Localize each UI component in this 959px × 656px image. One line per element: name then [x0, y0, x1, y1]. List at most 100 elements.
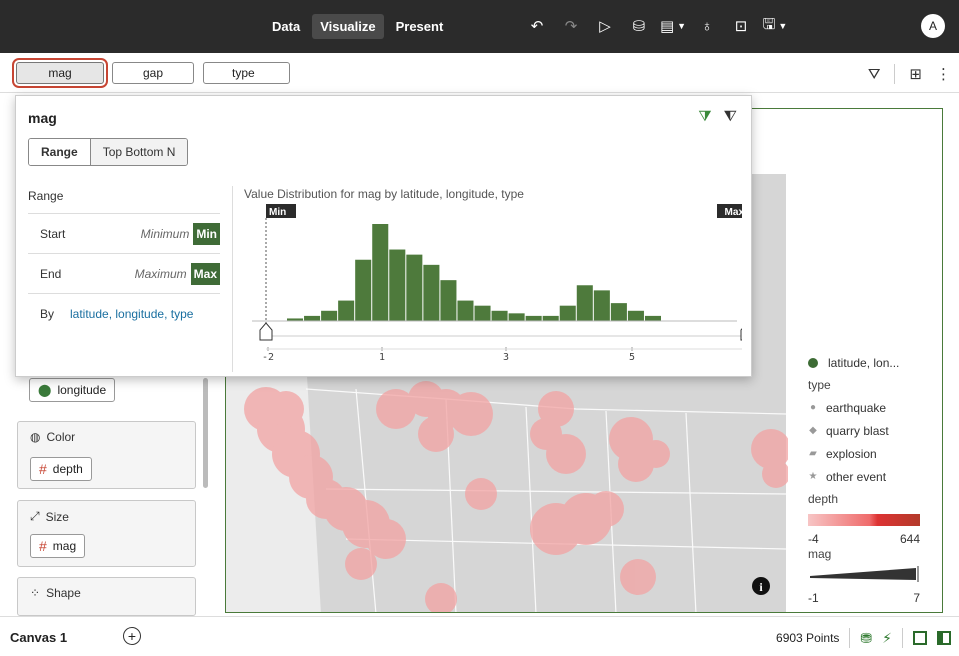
- mag-size-scale: [810, 566, 919, 582]
- legend-type-explosion[interactable]: ▰ explosion: [808, 442, 938, 465]
- histogram-bar: [474, 305, 491, 321]
- mode-tabs: Data Visualize Present: [264, 14, 451, 39]
- min-badge[interactable]: Min: [193, 222, 220, 245]
- depth-max: 644: [899, 532, 920, 546]
- by-columns-link[interactable]: latitude, longitude, type: [70, 307, 193, 321]
- filter-settings-icon[interactable]: ⛛: [868, 66, 881, 83]
- histogram-bar: [457, 300, 474, 321]
- tab-data[interactable]: Data: [264, 14, 308, 39]
- filter-bar: mag gap type ⛛ ⊞ ⋮: [0, 53, 959, 93]
- range-min-handle[interactable]: [259, 322, 273, 341]
- separator: [894, 64, 896, 84]
- range-max-handle[interactable]: [740, 323, 742, 341]
- add-canvas-icon[interactable]: +: [123, 627, 141, 645]
- redo-icon[interactable]: ↷: [554, 15, 588, 37]
- filter-popup-mag: mag ⧩ ⧨ Range Top Bottom N Range Start M…: [15, 95, 752, 377]
- legend-type-earthquake[interactable]: ● earthquake: [808, 396, 938, 419]
- numeric-hash-icon: #: [39, 461, 47, 477]
- histogram-bar: [644, 315, 661, 321]
- x-tick-label: -2: [262, 352, 274, 363]
- histogram-bar: [389, 249, 406, 321]
- x-tick-label: 1: [379, 352, 385, 363]
- histogram-bar: [304, 315, 321, 321]
- by-label: By: [40, 306, 55, 321]
- insights-lightbulb-icon[interactable]: ♁: [690, 15, 724, 37]
- histogram-bar: [338, 300, 355, 321]
- top-toolbar: Data Visualize Present ↶ ↷ ▷ ⛁ ▤ ▼ ♁ ⊡ 🖫 ▼…: [0, 0, 959, 53]
- histogram-bar: [440, 280, 457, 321]
- mag-min: -1: [808, 591, 819, 605]
- data-refresh-icon[interactable]: ⛁: [622, 15, 656, 37]
- filter-clear-icon[interactable]: ⧨: [724, 108, 737, 125]
- histogram-bar: [610, 303, 627, 321]
- filter-bar-actions: ⛛ ⊞ ⋮: [868, 64, 951, 84]
- histogram-bar: [593, 290, 610, 321]
- filter-chip-mag[interactable]: mag: [12, 58, 108, 88]
- narrate-menu-icon[interactable]: ▤ ▼: [656, 15, 690, 37]
- segment-range[interactable]: Range: [29, 139, 91, 165]
- undo-icon[interactable]: ↶: [520, 15, 554, 37]
- resize-icon: ⤢: [30, 509, 40, 523]
- mag-max: 7: [913, 591, 920, 605]
- depth-pill[interactable]: # depth: [30, 457, 92, 481]
- histogram-bar: [508, 313, 525, 321]
- x-tick-label: 5: [629, 352, 635, 363]
- legend-series-label: latitude, lon...: [828, 355, 900, 370]
- legend-depth-label: depth: [808, 492, 839, 506]
- export-icon[interactable]: ⊡: [724, 15, 758, 37]
- layout-split-icon[interactable]: [937, 631, 951, 645]
- user-avatar[interactable]: A: [921, 14, 945, 38]
- location-pin-icon: ⬤: [38, 383, 52, 397]
- save-menu-icon[interactable]: 🖫 ▼: [758, 15, 792, 37]
- legend-series[interactable]: latitude, lon...: [808, 351, 938, 374]
- histogram-bar: [423, 264, 440, 321]
- histogram-bar: [372, 224, 389, 321]
- value-distribution-histogram[interactable]: MinMax-21358: [242, 204, 742, 374]
- x-tick-label: 3: [503, 352, 509, 363]
- tab-present[interactable]: Present: [388, 14, 452, 39]
- filter-panel-icon[interactable]: ⊞: [909, 65, 922, 83]
- legend-type-quarry-blast[interactable]: ◆ quarry blast: [808, 419, 938, 442]
- depth-range: -4 644: [808, 532, 920, 546]
- legend-type-other-event[interactable]: ★ other event: [808, 465, 938, 488]
- max-badge[interactable]: Max: [190, 262, 220, 285]
- legend-type-label-2: explosion: [826, 446, 877, 461]
- min-handle-label: Min: [269, 207, 286, 218]
- more-options-icon[interactable]: ⋮: [936, 65, 951, 83]
- filter-chip-gap[interactable]: gap: [112, 62, 194, 84]
- shape-label: Shape: [46, 586, 81, 600]
- lightning-icon[interactable]: ⚡: [882, 630, 892, 647]
- longitude-pill[interactable]: ⬤ longitude: [29, 378, 116, 402]
- filter-type-segmented: Range Top Bottom N: [28, 138, 189, 166]
- histogram-bar: [525, 315, 542, 321]
- filter-chip-type[interactable]: type: [203, 62, 290, 84]
- panel-scrollbar[interactable]: [203, 378, 208, 488]
- data-action-icon[interactable]: ⛃: [860, 630, 872, 647]
- popup-divider: [232, 186, 233, 372]
- segment-top-bottom-n[interactable]: Top Bottom N: [90, 139, 188, 165]
- size-section: ⤢ Size # mag: [17, 500, 196, 567]
- range-start-row[interactable]: Start Minimum Min: [28, 213, 220, 253]
- range-end-row[interactable]: End Maximum Max: [28, 253, 220, 293]
- histogram-bar: [559, 305, 576, 321]
- canvas-tab-1[interactable]: Canvas 1: [10, 630, 67, 645]
- tab-visualize[interactable]: Visualize: [312, 14, 384, 39]
- shape-header: ⁘ Shape: [30, 586, 81, 600]
- size-label: Size: [45, 509, 69, 524]
- mag-pill-label: mag: [52, 539, 77, 553]
- filter-apply-icon[interactable]: ⧩: [698, 108, 711, 125]
- end-label: End: [40, 266, 62, 281]
- color-header: ◍ Color: [30, 430, 75, 444]
- range-by-row[interactable]: By latitude, longitude, type: [28, 293, 220, 333]
- depth-pill-label: depth: [52, 462, 83, 476]
- canvas-tab-bar: Canvas 1 + 6903 Points ⛃ ⚡: [0, 616, 959, 656]
- mag-pill[interactable]: # mag: [30, 534, 86, 558]
- separator: [849, 628, 851, 648]
- depth-color-gradient: [808, 514, 920, 526]
- histogram-bar: [491, 310, 508, 321]
- histogram-bar: [321, 310, 338, 321]
- histogram-bar: [355, 259, 372, 321]
- legend-type-label: type: [808, 378, 831, 392]
- layout-single-icon[interactable]: [913, 631, 927, 645]
- play-icon[interactable]: ▷: [588, 15, 622, 37]
